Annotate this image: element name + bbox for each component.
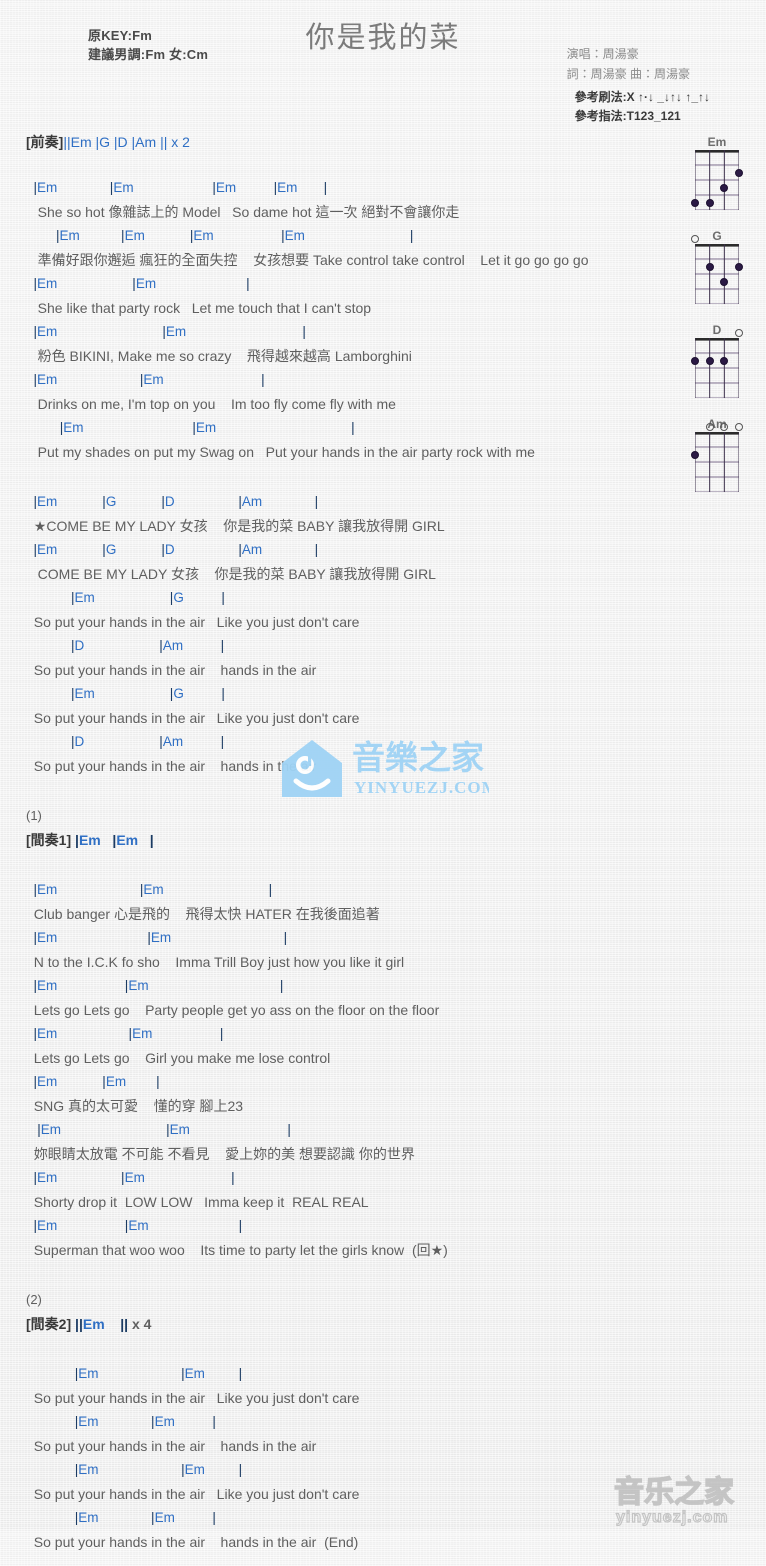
- chord-line: |Em |Em |: [74, 1510, 216, 1525]
- strum-pattern: 參考刷法:X ↑·↓ _↓↑↓ ↑_↑↓: [574, 90, 710, 104]
- lyric-line: Drinks on me, I'm top on you Im too fly …: [26, 396, 396, 412]
- chord-line: |D |Am |: [71, 734, 225, 749]
- lyric-line: So put your hands in the air Like you ju…: [26, 1486, 360, 1502]
- singer-credit: 演唱：周湯豪: [566, 47, 639, 61]
- chord-line: |Em |Em |: [33, 1026, 224, 1041]
- lyric-line: COME BE MY LADY 女孩 你是我的菜 BABY 讓我放得開 GIRL: [26, 566, 436, 582]
- lyric-line: She so hot 像雜誌上的 Model So dame hot 這一次 絕…: [26, 204, 460, 220]
- chord-line: |Em |Em |: [74, 1366, 243, 1381]
- credits: 演唱：周湯豪 詞：周湯豪 曲：周湯豪: [567, 44, 690, 84]
- chord-line: |Em |Em |Em |Em |: [56, 228, 414, 243]
- sheet-header: 原KEY:Fm 建議男調:Fm 女:Cm 你是我的菜 演唱：周湯豪 詞：周湯豪 …: [0, 0, 766, 130]
- lyric-line: So put your hands in the air hands in th…: [26, 662, 317, 678]
- chord-line: |Em |Em |: [33, 1218, 243, 1233]
- intro-bars: ||Em |G |D |Am || x 2: [63, 134, 190, 150]
- lyric-line: 準備好跟你邂逅 瘋狂的全面失控 女孩想要 Take control take c…: [26, 252, 589, 268]
- lyric-line: So put your hands in the air Like you ju…: [26, 710, 360, 726]
- lyric-line: So put your hands in the air hands in th…: [26, 1534, 359, 1550]
- lyric-line: Put my shades on put my Swag on Put your…: [26, 444, 535, 460]
- lyric-line: So put your hands in the air hands in th…: [26, 1438, 317, 1454]
- chord-lyric-body: |Em |Em |Em |Em | She so hot 像雜誌上的 Model…: [0, 154, 766, 1566]
- chord-line: |Em |G |: [71, 590, 225, 605]
- chord-line: |Em |Em |: [33, 1074, 160, 1089]
- lyric-line: Club banger 心是飛的 飛得太快 HATER 在我後面追著: [26, 906, 380, 922]
- fingerstyle-pattern: 參考指法:T123_121: [574, 109, 681, 123]
- chord-line: |Em |Em |: [33, 978, 284, 993]
- section-number: (2): [26, 1292, 42, 1307]
- intro-row: [前奏]||Em |G |D |Am || x 2: [0, 130, 766, 154]
- chord-line: |Em |Em |Em |Em |: [33, 180, 328, 195]
- writer-credit: 詞：周湯豪 曲：周湯豪: [566, 67, 690, 81]
- lyric-line: She like that party rock Let me touch th…: [26, 300, 372, 316]
- chord-line: |Em |Em |: [33, 882, 273, 897]
- chord-line: |Em |G |D |Am |: [33, 542, 319, 557]
- lyric-line: So put your hands in the air hands in th…: [26, 758, 317, 774]
- intro-label: [前奏]: [26, 134, 64, 150]
- open-string-row: [695, 139, 739, 149]
- lyric-line: 妳眼睛太放電 不可能 不看見 愛上妳的美 想要認識 你的世界: [26, 1146, 415, 1162]
- chord-line: |Em |Em |: [33, 276, 250, 291]
- chord-line: |Em |Em |: [33, 324, 306, 339]
- chord-line: |Em |Em |: [33, 1170, 235, 1185]
- chord-line: |Em |Em |: [74, 1462, 243, 1477]
- chord-line: |Em |G |: [71, 686, 225, 701]
- section-number: (1): [26, 808, 42, 823]
- lyric-line: Shorty drop it LOW LOW Imma keep it REAL…: [26, 1194, 369, 1210]
- lyric-line: So put your hands in the air Like you ju…: [26, 614, 360, 630]
- lyric-line: Superman that woo woo Its time to party …: [26, 1242, 448, 1258]
- chord-line: |Em |Em |: [74, 1414, 216, 1429]
- pattern-info: 參考刷法:X ↑·↓ _↓↑↓ ↑_↑↓ 參考指法:T123_121: [575, 88, 710, 126]
- chord-line: |D |Am |: [71, 638, 225, 653]
- chord-line: |Em |Em |: [37, 1122, 291, 1137]
- chord-line: |Em |G |D |Am |: [33, 494, 319, 509]
- lyric-line: N to the I.C.K fo sho Imma Trill Boy jus…: [26, 954, 405, 970]
- lyric-line: Lets go Lets go Party people get yo ass …: [26, 1002, 440, 1018]
- lyric-line: 粉色 BIKINI, Make me so crazy 飛得越來越高 Lambo…: [26, 348, 412, 364]
- lyric-line: SNG 真的太可愛 懂的穿 腳上23: [26, 1098, 244, 1114]
- section-marker: [間奏2] ||Em || x 4: [26, 1316, 152, 1332]
- chord-line: |Em |Em |: [33, 930, 288, 945]
- chord-line: |Em |Em |: [33, 372, 265, 387]
- chord-sheet-page: 原KEY:Fm 建議男調:Fm 女:Cm 你是我的菜 演唱：周湯豪 詞：周湯豪 …: [0, 0, 766, 1550]
- lyric-line: Lets go Lets go Girl you make me lose co…: [26, 1050, 331, 1066]
- section-marker: [間奏1] |Em |Em |: [26, 832, 154, 848]
- chord-line: |Em |Em |: [59, 420, 355, 435]
- lyric-line: ★COME BE MY LADY 女孩 你是我的菜 BABY 讓我放得開 GIR…: [26, 518, 445, 534]
- lyric-line: So put your hands in the air Like you ju…: [26, 1390, 360, 1406]
